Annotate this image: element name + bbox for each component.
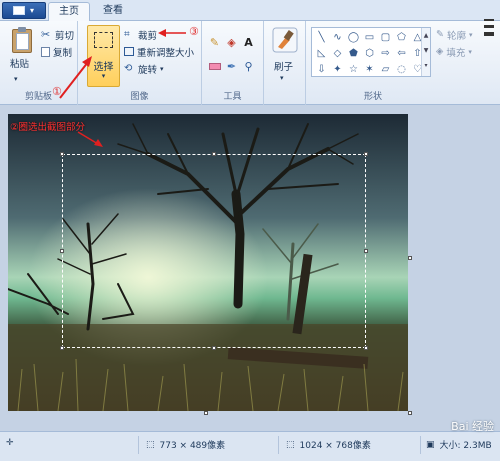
selection-handle[interactable] xyxy=(364,249,368,253)
selection-size: ⬚ 773 × 489像素 xyxy=(146,438,226,452)
status-bar: ✛ ⬚ 773 × 489像素 ⬚ 1024 × 768像素 ▣ 大小: 2.3… xyxy=(0,431,500,461)
watermark: Bai 经验 xyxy=(451,420,494,433)
selection-handle[interactable] xyxy=(364,346,368,350)
canvas-resize-handle[interactable] xyxy=(408,411,412,415)
canvas-resize-handle[interactable] xyxy=(408,256,412,260)
image-size: ⬚ 1024 × 768像素 xyxy=(286,438,371,452)
file-size: ▣ 大小: 2.3MB xyxy=(426,438,492,452)
annotation-marker-1: ① xyxy=(52,85,62,98)
selection-marquee[interactable] xyxy=(62,154,366,348)
canvas-workspace: ②圈选出截图部分 xyxy=(0,106,500,431)
disk-icon: ▣ xyxy=(426,439,435,450)
crosshair-icon: ✛ xyxy=(6,438,14,448)
file-size-value: 大小: 2.3MB xyxy=(439,441,492,451)
selection-size-value: 773 × 489像素 xyxy=(159,441,226,451)
selection-handle[interactable] xyxy=(60,346,64,350)
selection-handle[interactable] xyxy=(60,249,64,253)
selection-size-icon: ⬚ xyxy=(146,439,155,450)
selection-handle[interactable] xyxy=(212,346,216,350)
note-arrow xyxy=(77,131,103,147)
canvas-image[interactable]: ②圈选出截图部分 xyxy=(8,114,408,411)
image-size-icon: ⬚ xyxy=(286,439,295,450)
image-size-value: 1024 × 768像素 xyxy=(299,441,371,451)
selection-handle[interactable] xyxy=(212,152,216,156)
annotation-marker-3: ③ xyxy=(189,25,199,38)
cursor-position: ✛ xyxy=(6,438,14,448)
canvas-resize-handle[interactable] xyxy=(204,411,208,415)
selection-handle[interactable] xyxy=(364,152,368,156)
